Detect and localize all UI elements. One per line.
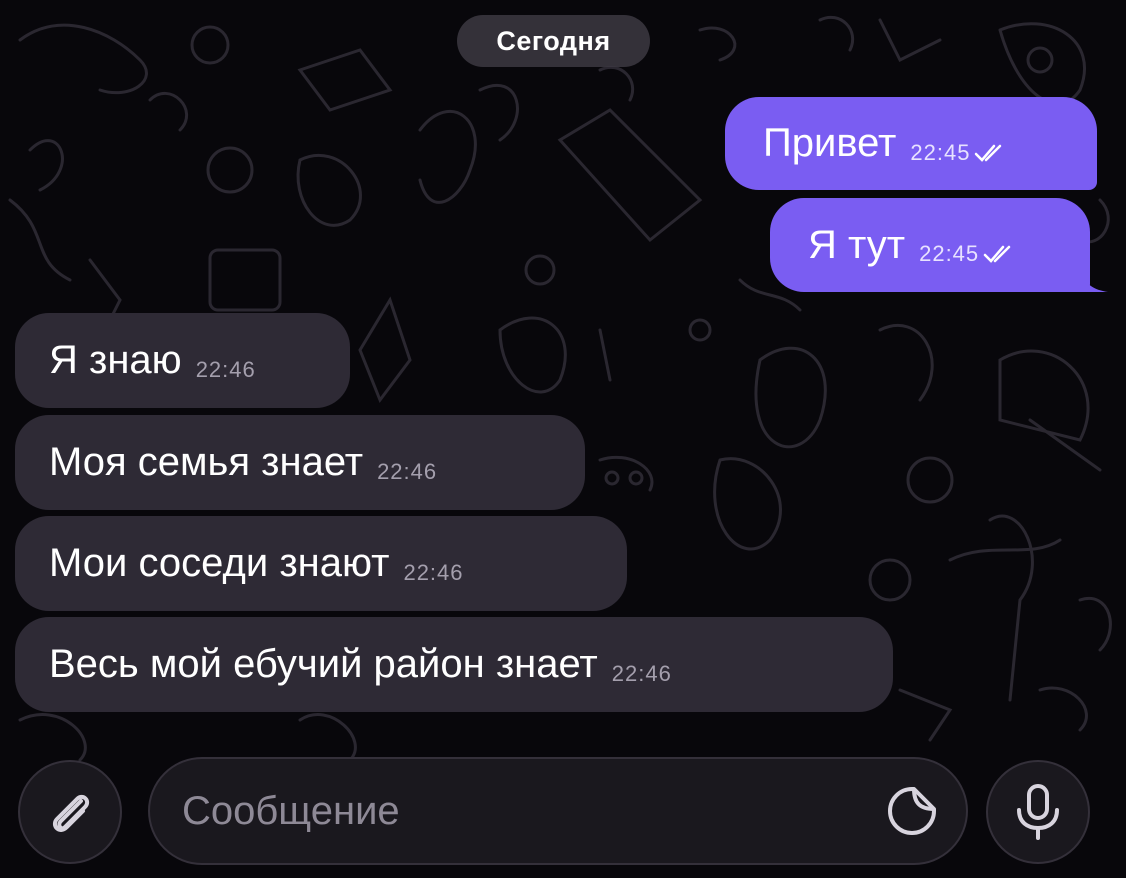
message-input[interactable]: Сообщение xyxy=(148,757,968,865)
message-time: 22:46 xyxy=(403,559,464,585)
message-text: Весь мой ебучий район знает xyxy=(49,642,598,686)
outgoing-message[interactable]: Привет 22:45 xyxy=(725,97,1097,190)
message-time: 22:45 xyxy=(910,139,971,165)
message-time: 22:46 xyxy=(611,660,672,686)
incoming-message[interactable]: Я знаю 22:46 xyxy=(15,313,350,408)
message-time: 22:46 xyxy=(377,458,438,484)
paperclip-icon xyxy=(52,794,90,832)
sticker-icon[interactable] xyxy=(886,785,938,837)
message-time: 22:45 xyxy=(919,241,980,266)
incoming-message[interactable]: Мои соседи знают 22:46 xyxy=(15,516,627,611)
incoming-message[interactable]: Весь мой ебучий район знает 22:46 xyxy=(15,617,893,712)
message-text: Привет xyxy=(763,121,897,165)
date-separator: Сегодня xyxy=(457,15,650,67)
read-checkmarks-icon xyxy=(983,245,1011,263)
attach-button[interactable] xyxy=(18,760,122,864)
message-text: Я знаю xyxy=(49,338,182,382)
incoming-message[interactable]: Моя семья знает 22:46 xyxy=(15,415,585,510)
bubble-tail xyxy=(1080,270,1108,292)
message-time: 22:46 xyxy=(195,356,256,382)
voice-record-button[interactable] xyxy=(986,760,1090,864)
message-text: Моя семья знает xyxy=(49,440,364,484)
read-checkmarks-icon xyxy=(975,144,1002,162)
microphone-icon xyxy=(1017,784,1059,840)
outgoing-message[interactable]: Я тут 22:45 xyxy=(770,198,1090,292)
message-text: Мои соседи знают xyxy=(49,541,390,585)
message-input-placeholder: Сообщение xyxy=(182,789,400,833)
message-text: Я тут xyxy=(808,222,906,267)
